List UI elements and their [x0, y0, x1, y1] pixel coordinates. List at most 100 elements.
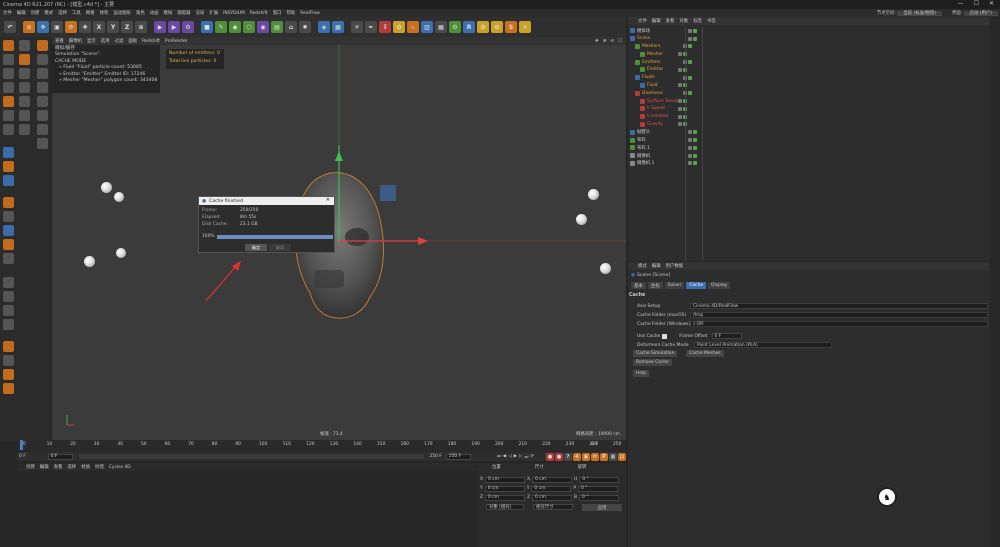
viewport-menu-item[interactable]: 过滤	[115, 38, 124, 44]
pen-icon[interactable]: ✎	[215, 21, 227, 33]
key-param-icon[interactable]: P	[600, 452, 608, 461]
s7-icon[interactable]	[3, 239, 14, 250]
menu-item[interactable]: 文件	[3, 10, 12, 16]
visibility-icon[interactable]	[678, 52, 682, 57]
edges-icon[interactable]	[19, 54, 30, 65]
menu-item[interactable]: 帮助	[286, 10, 295, 16]
poly-icon[interactable]	[3, 68, 14, 79]
cache-action-button[interactable]: Cache Meshes	[686, 350, 724, 357]
rotation-input[interactable]: 0 °	[579, 494, 620, 501]
coord-mode-select[interactable]: 对象 (相对)	[486, 504, 524, 510]
key-pos-icon[interactable]: ✥	[573, 452, 581, 461]
attribute-tab[interactable]: Solver	[664, 282, 685, 289]
visibility-icon[interactable]	[678, 67, 682, 72]
tag-icon[interactable]: ◈	[318, 21, 330, 33]
frame-offset-input[interactable]: 0 F	[711, 333, 742, 339]
live-select-icon[interactable]: ⊙	[23, 21, 35, 33]
deformer-icon[interactable]: ◉	[257, 21, 269, 33]
object-row[interactable]: 布料	[630, 136, 697, 144]
first-frame-icon[interactable]: ⏮	[497, 454, 501, 460]
attribute-menu-item[interactable]: 模式	[638, 263, 647, 269]
object-row[interactable]: k Speed	[630, 105, 687, 113]
visibility-icon[interactable]	[678, 114, 682, 119]
check-icon[interactable]	[693, 153, 697, 158]
visibility-icon[interactable]	[688, 145, 692, 150]
visibility-icon[interactable]	[678, 122, 682, 127]
menu-item[interactable]: 动画	[150, 10, 159, 16]
undo-icon[interactable]: ↶	[4, 21, 16, 33]
grid-icon[interactable]: ▦	[332, 21, 344, 33]
move-icon[interactable]: ✥	[37, 21, 49, 33]
grid-icon[interactable]	[3, 54, 14, 65]
mesh-icon[interactable]	[19, 68, 30, 79]
minimize-icon[interactable]: —	[958, 0, 964, 7]
brush-icon[interactable]	[3, 96, 14, 107]
object-menu-item[interactable]: 书签	[707, 18, 716, 24]
size-input[interactable]: 0 cm	[531, 485, 572, 492]
flip-icon[interactable]	[19, 124, 30, 135]
visibility-icon[interactable]	[688, 130, 692, 135]
camera-icon[interactable]: ⌂	[285, 21, 297, 33]
v6-icon[interactable]	[37, 110, 48, 121]
uv-icon[interactable]	[3, 82, 14, 93]
visibility-icon[interactable]	[678, 99, 682, 104]
object-row[interactable]: Scene	[630, 35, 697, 43]
v4-icon[interactable]	[37, 82, 48, 93]
object-row[interactable]: Gravity	[630, 121, 687, 129]
cache-action-button[interactable]: Remove Cache	[633, 359, 672, 366]
s5-icon[interactable]	[3, 211, 14, 222]
s15-icon[interactable]	[3, 369, 14, 380]
check-icon[interactable]	[688, 91, 692, 96]
object-row[interactable]: Daemons	[630, 89, 692, 97]
visibility-icon[interactable]	[688, 138, 692, 143]
visibility-icon[interactable]	[688, 153, 692, 158]
visibility-icon[interactable]	[678, 83, 682, 88]
pan-icon[interactable]: ✥	[595, 39, 599, 44]
material-menu-item[interactable]: 创建	[26, 464, 35, 470]
material-menu-item[interactable]: 选择	[67, 464, 76, 470]
viewport-menu-item[interactable]: 显示	[87, 38, 96, 44]
layers-icon[interactable]: ▥	[421, 21, 433, 33]
object-row[interactable]: Mesher	[630, 50, 687, 58]
s2-icon[interactable]	[3, 161, 14, 172]
menu-item[interactable]: 编辑	[17, 10, 26, 16]
object-row[interactable]: Fluid	[630, 82, 687, 90]
s8-icon[interactable]	[3, 253, 14, 264]
object-row[interactable]: 骷髅头	[630, 128, 697, 136]
end-frame-input[interactable]: 250 F	[445, 453, 471, 460]
check-icon[interactable]	[693, 145, 697, 150]
s1-icon[interactable]	[3, 147, 14, 158]
menu-item[interactable]: 网格	[86, 10, 95, 16]
menu-item[interactable]: INSYDIUM	[223, 11, 245, 16]
menu-item[interactable]: RealFlow	[300, 11, 320, 16]
check-icon[interactable]	[693, 161, 697, 166]
subdivision-icon[interactable]: ◆	[229, 21, 241, 33]
bulb-icon[interactable]: ☀	[351, 21, 363, 33]
cancel-button[interactable]: 取消	[269, 244, 291, 251]
object-row[interactable]: Emitter	[630, 66, 687, 74]
material-menu-item[interactable]: Cycles 4D	[109, 465, 131, 470]
s9-icon[interactable]	[3, 277, 14, 288]
menu-item[interactable]: 工具	[72, 10, 81, 16]
menu-item[interactable]: 角色	[136, 10, 145, 16]
scene-icon[interactable]: ▤	[271, 21, 283, 33]
autokey-icon[interactable]: ●	[555, 452, 563, 461]
x-axis-arrow-icon[interactable]	[418, 237, 428, 245]
node-space[interactable]: 节点空间: 当前 (标准/物理)	[877, 10, 942, 16]
maximize-icon[interactable]: ☐	[974, 0, 979, 7]
size-input[interactable]: 0 cm	[532, 494, 573, 501]
paint-icon[interactable]: ✿	[393, 21, 405, 33]
viewport-menu-item[interactable]: 面板	[128, 38, 137, 44]
field-value[interactable]: Cinema 4D/RealFlow	[690, 303, 988, 309]
check-icon[interactable]	[693, 36, 697, 41]
prev-key-icon[interactable]: ◀	[503, 454, 506, 460]
plugin-icon[interactable]: ✿	[477, 21, 489, 33]
viewport[interactable]	[52, 45, 626, 440]
rotation-input[interactable]: 0 °	[578, 485, 619, 492]
menu-item[interactable]: 跟踪器	[177, 10, 190, 16]
next-frame-icon[interactable]: ▷	[519, 454, 522, 460]
cloner-icon[interactable]: ⬡	[243, 21, 255, 33]
attribute-menu-item[interactable]: 编辑	[652, 263, 661, 269]
menu-item[interactable]: 创建	[31, 10, 40, 16]
scale-icon[interactable]: ▣	[51, 21, 63, 33]
